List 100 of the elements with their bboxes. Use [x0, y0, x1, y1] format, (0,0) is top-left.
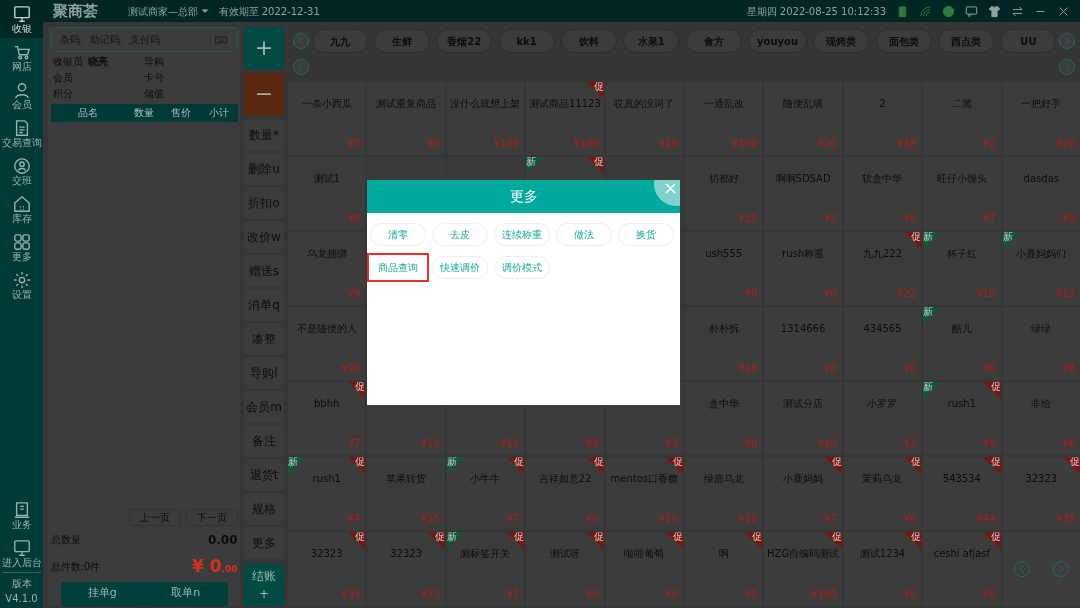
chevron-right-icon [1062, 62, 1072, 72]
shirt-icon[interactable] [988, 4, 1001, 18]
product-price: ¥11 [500, 437, 520, 452]
version-label: 版本 [10, 576, 33, 591]
scroll-right-button[interactable] [1059, 59, 1075, 75]
house-icon [11, 194, 32, 213]
monitor-icon [11, 4, 32, 23]
column-header: 品名 [76, 106, 99, 120]
product-price: ¥0 [347, 211, 361, 226]
total-amount: ¥ 0.00 [191, 554, 238, 578]
promo-tag: 促 [745, 532, 763, 550]
checkout-button[interactable]: 结账 + [244, 563, 284, 606]
option-button[interactable]: 去皮 [431, 223, 488, 246]
product-price: ¥9 [982, 437, 996, 452]
product-price: ¥7 [824, 512, 837, 527]
promo-tag: 促 [586, 532, 604, 550]
promo-tag: 促 [348, 532, 366, 550]
promo-tag: 促 [824, 532, 842, 550]
product-price: ¥8 [1062, 362, 1075, 377]
option-button[interactable]: 清零 [369, 223, 426, 246]
promo-tag: 促 [586, 457, 604, 475]
app-logo: 聚商荟 [53, 0, 98, 22]
promo-tag: 促 [904, 231, 922, 249]
nav-item[interactable]: 会员 [0, 76, 43, 114]
product-price: ¥0 [744, 437, 758, 452]
column-header: 售价 [170, 106, 193, 120]
product-price: ¥44 [976, 512, 996, 527]
promo-tag: 促 [983, 532, 1001, 550]
product-price: ¥38 [897, 136, 917, 151]
new-tag: 新 [1002, 231, 1020, 249]
new-tag: 新 [446, 457, 464, 475]
option-button[interactable]: 换货 [617, 223, 674, 246]
product-price: ¥3 [903, 437, 917, 452]
product-price: ¥0 [903, 587, 917, 602]
product-price: ¥6 [1062, 437, 1075, 452]
nav-item[interactable]: 设置 [0, 266, 43, 304]
scroll-left-button[interactable] [293, 59, 309, 75]
cart-action-button[interactable]: 挂单g [60, 581, 144, 606]
product-price: ¥3 [665, 437, 678, 452]
swap-icon[interactable] [1011, 4, 1024, 18]
nav-item[interactable]: 更多 [0, 228, 43, 266]
option-button[interactable]: 做法 [555, 223, 612, 246]
product-price: ¥0 [585, 587, 599, 602]
product-price: ¥10 [658, 512, 678, 527]
expiry-date: 有效期至 2022-12-31 [218, 4, 320, 19]
product-price: ¥0 [903, 362, 917, 377]
option-button[interactable]: 连续称重 [493, 223, 550, 246]
product-price: ¥0 [824, 362, 837, 377]
column-header: 小计 [207, 106, 230, 120]
scroll-left-button[interactable] [293, 33, 309, 49]
product-price: ¥10 [658, 136, 678, 151]
nav-item[interactable]: 网店 [0, 38, 43, 76]
modal-title: 更多 [509, 187, 538, 206]
product-price: ¥9 [347, 286, 361, 301]
store-selector[interactable]: 测试商家—总部 [128, 3, 209, 19]
wifi-icon [919, 4, 932, 18]
product-price: ¥15 [420, 512, 440, 527]
chevron-left-icon [296, 36, 306, 46]
promo-tag: 促 [666, 532, 683, 550]
message-icon[interactable] [965, 4, 978, 18]
nav-item[interactable]: 库存 [0, 190, 43, 228]
nav-item[interactable]: 进入后台 [0, 534, 43, 572]
new-tag: 新 [446, 532, 464, 550]
date-time: 星期四 2022-08-25 10:12:33 [746, 4, 886, 19]
new-tag: 新 [923, 231, 941, 249]
nav-item[interactable]: 交易查询 [0, 114, 43, 152]
nav-item[interactable]: 交班 [0, 152, 43, 190]
option-button[interactable]: 调价模式 [493, 256, 550, 279]
nav-item[interactable]: 收银 [0, 0, 43, 38]
product-price: ¥0 [427, 136, 440, 151]
new-tag: 新 [923, 306, 941, 324]
product-price: ¥20 [1055, 136, 1075, 151]
prev-page-button[interactable] [1013, 560, 1030, 577]
next-page-button[interactable] [1052, 560, 1069, 577]
product-price: ¥2 [982, 136, 996, 151]
product-price: ¥33 [341, 587, 361, 602]
add-button[interactable]: + [244, 27, 284, 69]
monitor-icon [11, 538, 32, 557]
product-price: ¥4 [347, 512, 361, 527]
product-price: ¥0 [744, 587, 758, 602]
battery-icon [896, 4, 909, 18]
subtract-button[interactable]: − [244, 73, 284, 115]
new-tag: 新 [526, 156, 544, 174]
nav-item[interactable]: 业务 [0, 496, 43, 534]
product-price: ¥0 [744, 286, 758, 301]
option-button[interactable]: 快速调价 [431, 256, 488, 279]
product-price: ¥0 [824, 286, 837, 301]
close-button[interactable]: × [654, 180, 680, 206]
person-refresh-icon [11, 156, 32, 175]
new-tag: 新 [923, 382, 941, 400]
product-price: ¥7 [347, 437, 361, 452]
product-price: ¥100 [493, 136, 520, 151]
product-price: ¥7 [982, 211, 996, 226]
product-price: ¥6 [982, 362, 996, 377]
gear-icon [11, 270, 32, 289]
product-price: ¥6 [903, 512, 917, 527]
promo-tag: 促 [904, 532, 922, 550]
option-button[interactable]: 商品查询 [367, 253, 429, 282]
cart-action-button[interactable]: 取单n [144, 581, 228, 606]
scroll-right-button[interactable] [1059, 33, 1075, 49]
